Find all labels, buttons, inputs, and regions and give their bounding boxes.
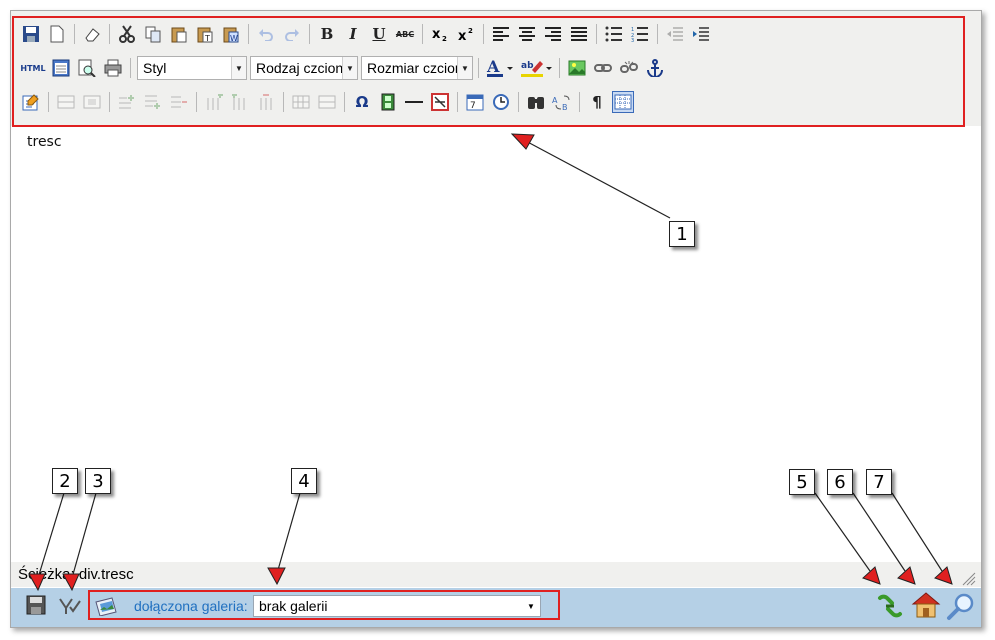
callout-2: 2 (52, 468, 78, 494)
callout-1: 1 (669, 221, 695, 247)
callout-4: 4 (291, 468, 317, 494)
callout-6: 6 (827, 469, 853, 495)
callout-7: 7 (866, 469, 892, 495)
callout-arrows (28, 133, 953, 592)
callout-5: 5 (789, 469, 815, 495)
callout-3: 3 (85, 468, 111, 494)
